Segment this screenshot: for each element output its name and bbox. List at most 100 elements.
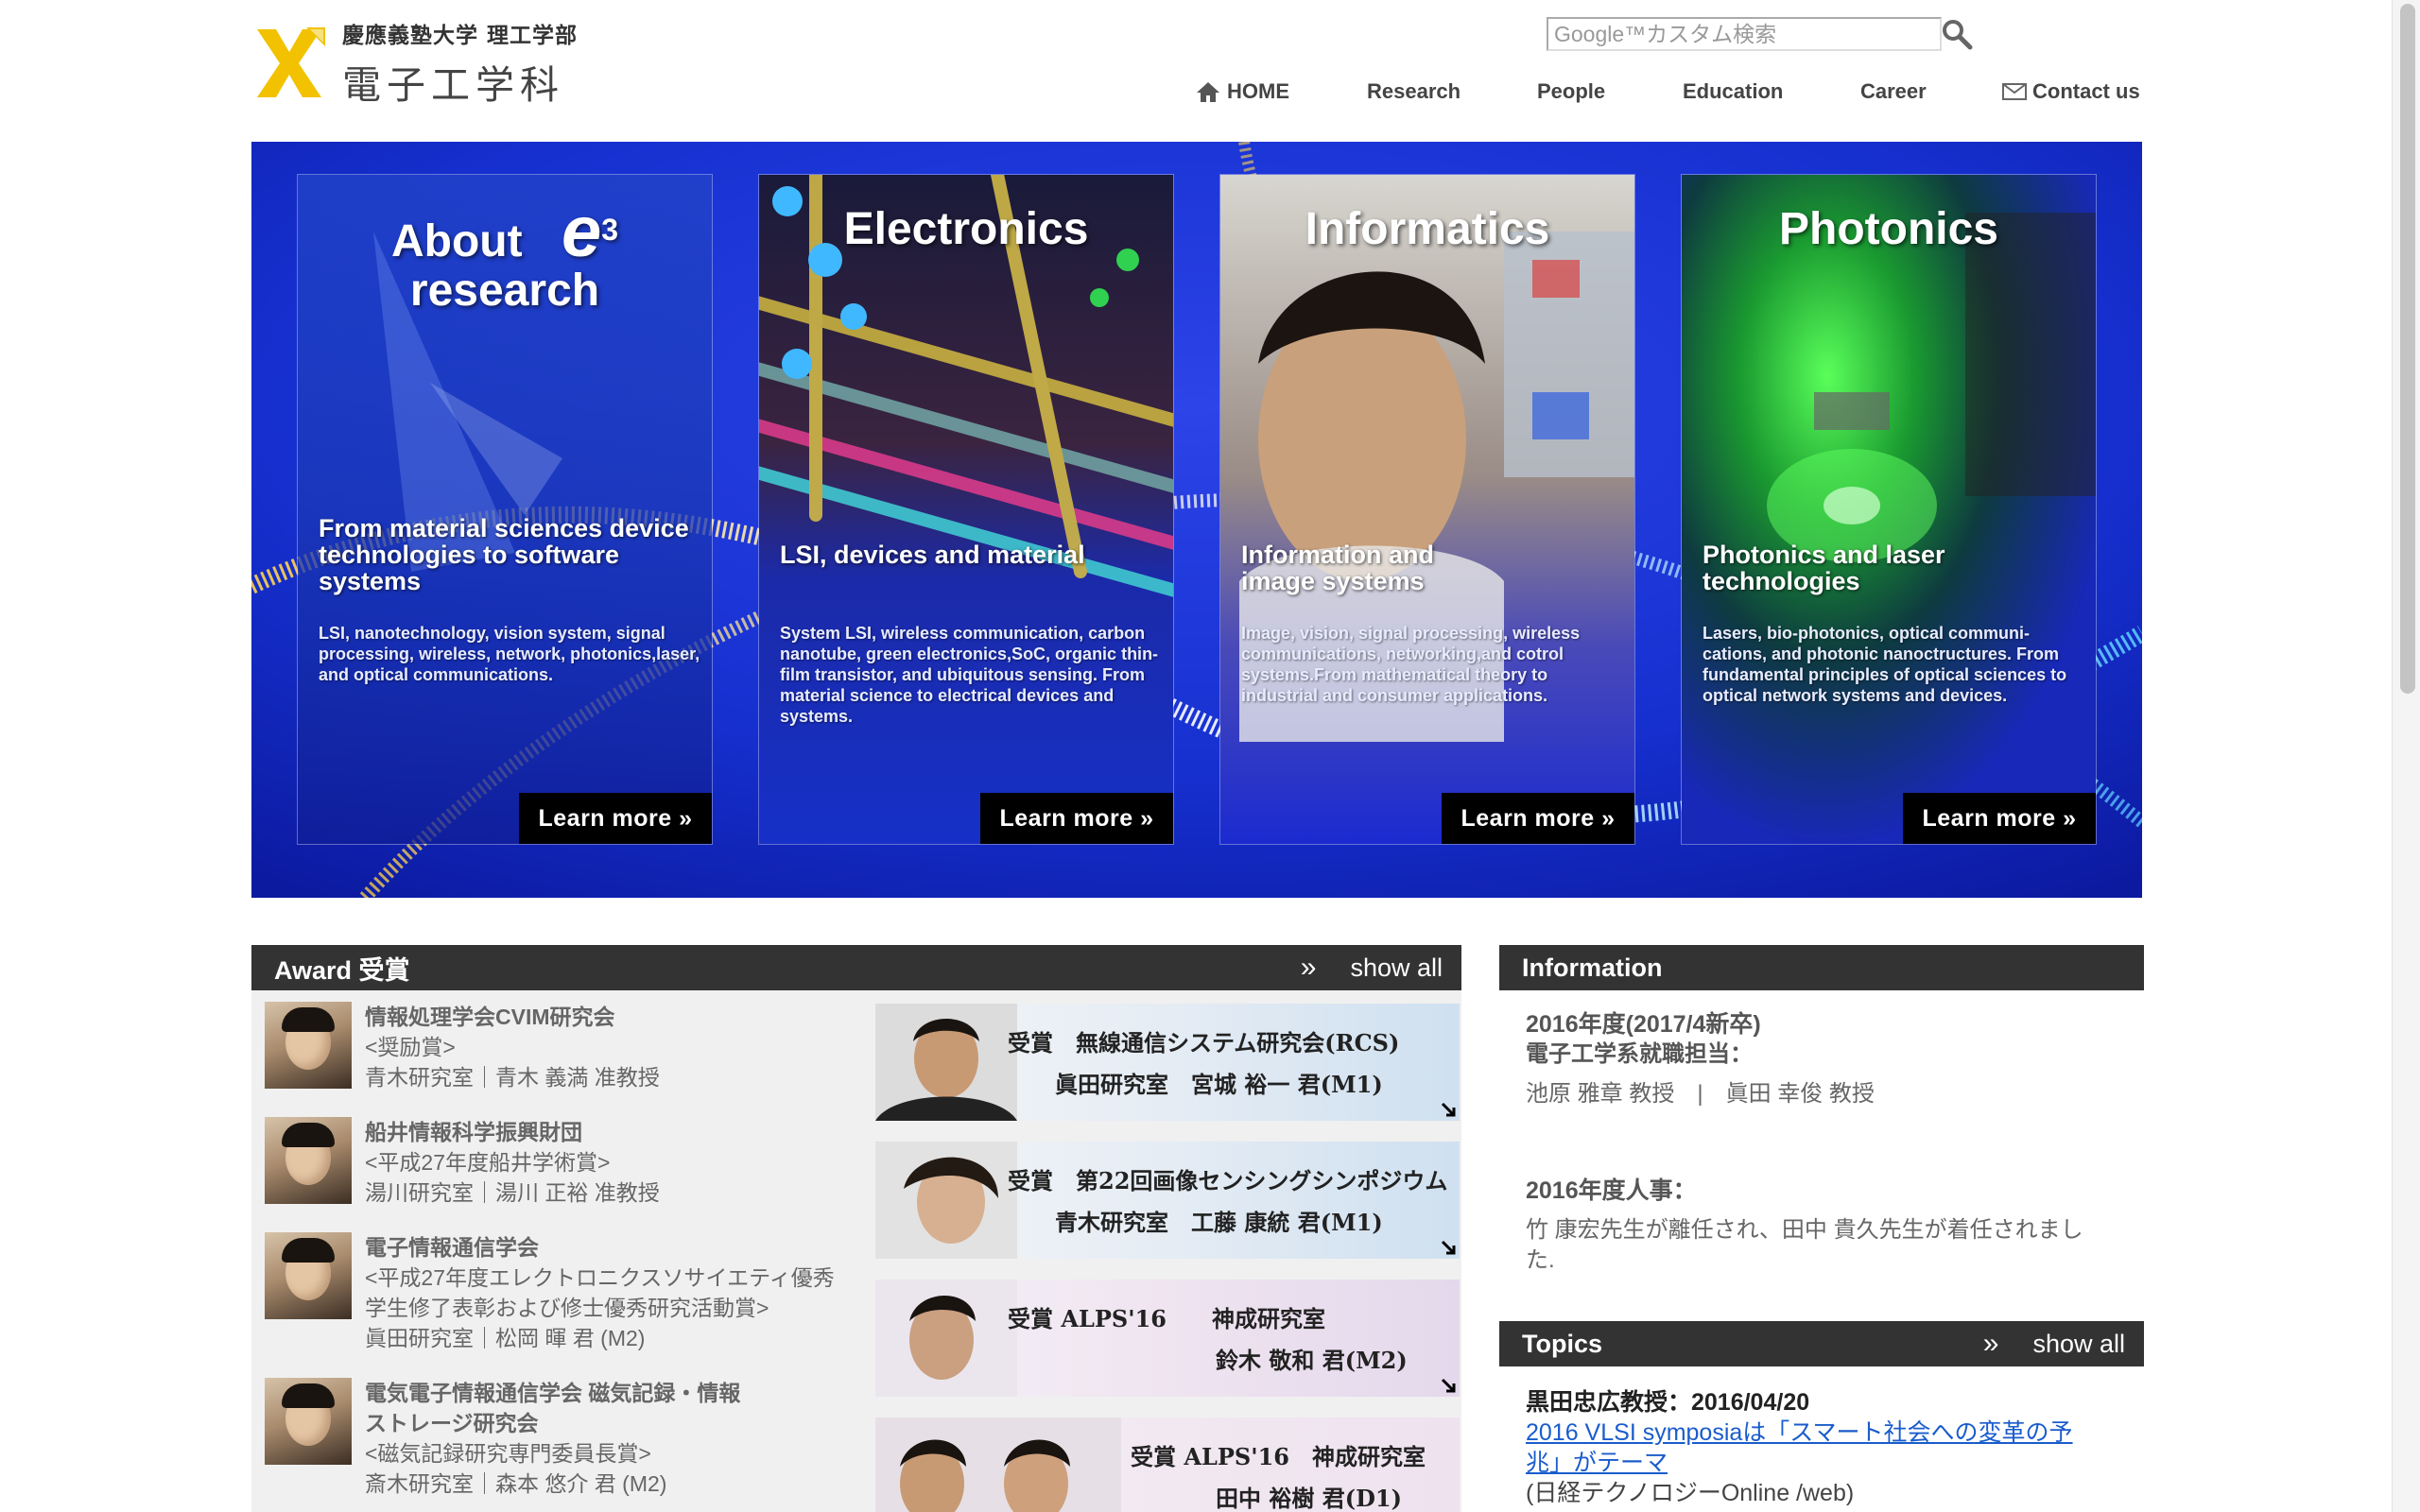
award-title: Award 受賞 <box>274 955 410 985</box>
nav-career-label: Career <box>1860 79 1927 103</box>
panel-about-subtitle: From material sciences device technologi… <box>319 514 689 595</box>
avatar <box>265 1378 352 1465</box>
site-logo[interactable]: 慶應義塾大学 理工学部 電子工学科 <box>251 21 611 108</box>
double-chevron-icon: » <box>1982 1328 1999 1359</box>
award-item[interactable]: 電子情報通信学会 <平成27年度エレクトロニクスソサイエティ優秀学生修了表彰およ… <box>265 1232 851 1353</box>
nav-contact[interactable]: Contact us <box>2002 79 2140 104</box>
award-person: 青木研究室｜青木 義満 准教授 <box>365 1065 660 1090</box>
search-icon <box>1943 20 1973 50</box>
info-block1-subtitle: 電子工学系就職担当： <box>1526 1041 1753 1067</box>
scrollbar-thumb[interactable] <box>2400 4 2415 694</box>
electronics-learn-more-button[interactable]: Learn more » <box>980 793 1173 844</box>
arrow-down-right-icon <box>1441 1378 1456 1393</box>
nav-education-label: Education <box>1683 79 1784 103</box>
topic-item-head: 黒田忠広教授：2016/04/20 <box>1526 1389 1810 1416</box>
award-org: 電子情報通信学会 <box>365 1235 539 1260</box>
nav-career[interactable]: Career <box>1860 79 1927 104</box>
award-banner-line1: 受賞 第22回画像センシングシンポジウム <box>1008 1167 1448 1194</box>
panel-informatics-subtitle: Information and image systems <box>1241 541 1434 595</box>
topic-item-source: (日経テクノロジーOnline /web) <box>1526 1480 1855 1506</box>
award-org: 電気電子情報通信学会 磁気記録・情報ストレージ研究会 <box>365 1381 741 1435</box>
award-prize: <平成27年度エレクトロニクスソサイエティ優秀学生修了表彰および修士優秀研究活動… <box>365 1265 835 1320</box>
award-prize: <平成27年度船井学術賞> <box>365 1150 611 1175</box>
panel-about-research[interactable]: About e3 research From material sciences… <box>297 174 713 845</box>
info-block2-title: 2016年度人事： <box>1526 1177 1697 1204</box>
award-person: 斎木研究室｜森本 悠介 君 (M2) <box>365 1471 667 1496</box>
avatar <box>265 1002 352 1089</box>
information-title: Information <box>1522 953 1663 982</box>
award-org: 船井情報科学振興財団 <box>365 1120 582 1144</box>
panel-informatics-description: Image, vision, signal processing, wirele… <box>1241 624 1581 705</box>
panel-informatics-title: Informatics <box>1305 204 1550 254</box>
award-person: 湯川研究室｜湯川 正裕 准教授 <box>365 1180 660 1205</box>
panel-about-e3: e <box>561 192 602 272</box>
informatics-learn-more-button[interactable]: Learn more » <box>1442 793 1634 844</box>
avatar <box>265 1232 352 1319</box>
logo-university: 慶應義塾大学 理工学部 <box>342 23 579 48</box>
nav-research-label: Research <box>1367 79 1461 103</box>
home-icon <box>1195 80 1221 103</box>
panel-electronics[interactable]: Electronics LSI, devices and material Sy… <box>758 174 1174 845</box>
award-banner-sensing[interactable]: 受賞 第22回画像センシングシンポジウム 青木研究室 工藤 康統 君(M1) <box>875 1142 1460 1259</box>
panel-about-title-1: About <box>390 216 523 266</box>
avatar <box>265 1117 352 1204</box>
search-input[interactable] <box>1547 17 1942 51</box>
double-chevron-icon: » <box>1300 952 1317 983</box>
panel-photonics-title: Photonics <box>1778 204 1998 254</box>
award-banner-line1: 受賞 ALPS'16 神成研究室 <box>1008 1305 1325 1332</box>
award-show-all-label: show all <box>1350 953 1443 982</box>
topics-show-all[interactable]: » show all <box>1983 1321 2125 1366</box>
award-banner-rcs[interactable]: 受賞 無線通信システム研究会(RCS) 眞田研究室 宮城 裕一 君(M1) <box>875 1004 1460 1121</box>
hero-banner: About e3 research From material sciences… <box>251 142 2142 898</box>
nav-contact-label: Contact us <box>2032 79 2140 103</box>
panel-informatics[interactable]: Informatics Information and image system… <box>1219 174 1635 845</box>
award-org: 情報処理学会CVIM研究会 <box>365 1005 615 1029</box>
award-person: 眞田研究室｜松岡 暉 君 (M2) <box>365 1326 646 1350</box>
nav-research[interactable]: Research <box>1367 79 1461 104</box>
panel-electronics-subtitle: LSI, devices and material <box>780 541 1085 569</box>
logo-department: 電子工学科 <box>342 62 564 108</box>
topic-item-link[interactable]: 2016 VLSI symposiaは「スマート社会への変革の予兆」がテーマ <box>1526 1418 2093 1478</box>
search-button[interactable] <box>1938 15 1976 53</box>
informatics-panel-image <box>1220 175 1634 844</box>
nav-home-label: HOME <box>1227 79 1289 103</box>
award-banner-alps-1[interactable]: 受賞 ALPS'16 神成研究室 鈴木 敬和 君(M2) <box>875 1280 1460 1397</box>
topics-show-all-label: show all <box>2032 1329 2125 1358</box>
search-box <box>1547 15 1944 53</box>
topics-header: Topics » show all <box>1499 1321 2144 1366</box>
page-scrollbar[interactable] <box>2392 0 2420 1512</box>
photonics-learn-more-button[interactable]: Learn more » <box>1903 793 2096 844</box>
panel-electronics-title: Electronics <box>843 204 1089 254</box>
award-banner-photo <box>875 1280 1017 1397</box>
electronics-panel-image <box>759 175 1173 844</box>
nav-education[interactable]: Education <box>1683 79 1783 104</box>
award-banner-line2: 鈴木 敬和 君(M2) <box>1216 1347 1408 1374</box>
panel-photonics-subtitle: Photonics and laser technologies <box>1703 541 1945 595</box>
arrow-down-right-icon <box>1441 1102 1456 1117</box>
award-prize: <磁気記録研究専門委員長賞> <box>365 1441 651 1466</box>
award-banner-line2: 青木研究室 工藤 康統 君(M1) <box>1055 1209 1383 1236</box>
award-item[interactable]: 船井情報科学振興財団 <平成27年度船井学術賞> 湯川研究室｜湯川 正裕 准教授 <box>265 1117 851 1208</box>
award-banner-line1: 受賞 無線通信システム研究会(RCS) <box>1008 1029 1400 1057</box>
nav-home[interactable]: HOME <box>1195 79 1289 104</box>
panel-photonics[interactable]: Photonics Photonics and laser technologi… <box>1681 174 2097 845</box>
award-banner-photo <box>875 1004 1017 1121</box>
nav-people[interactable]: People <box>1537 79 1605 104</box>
main-nav: HOME Research People Education Career Co… <box>1191 74 2146 108</box>
award-prize: <奨励賞> <box>365 1035 456 1059</box>
arrow-down-right-icon <box>1441 1240 1456 1255</box>
award-banner-alps-2[interactable]: 受賞 ALPS'16 神成研究室 田中 裕樹 君(D1) <box>875 1418 1460 1512</box>
panel-electronics-description: System LSI, wireless communication, carb… <box>780 624 1159 726</box>
panel-photonics-description: Lasers, bio-photonics, optical communi-c… <box>1703 624 2067 705</box>
about-learn-more-button[interactable]: Learn more » <box>519 793 712 844</box>
award-banner-photo <box>875 1418 1121 1512</box>
award-banner-line2: 田中 裕樹 君(D1) <box>1216 1485 1402 1512</box>
award-item[interactable]: 情報処理学会CVIM研究会 <奨励賞> 青木研究室｜青木 義満 准教授 <box>265 1002 851 1092</box>
topics-title: Topics <box>1522 1329 1603 1358</box>
award-show-all[interactable]: » show all <box>1301 945 1443 990</box>
award-header: Award 受賞 » show all <box>251 945 1461 990</box>
award-item[interactable]: 電気電子情報通信学会 磁気記録・情報ストレージ研究会 <磁気記録研究専門委員長賞… <box>265 1378 851 1499</box>
panel-about-e3-sup: 3 <box>601 213 619 247</box>
information-header: Information <box>1499 945 2144 990</box>
nav-people-label: People <box>1537 79 1606 103</box>
